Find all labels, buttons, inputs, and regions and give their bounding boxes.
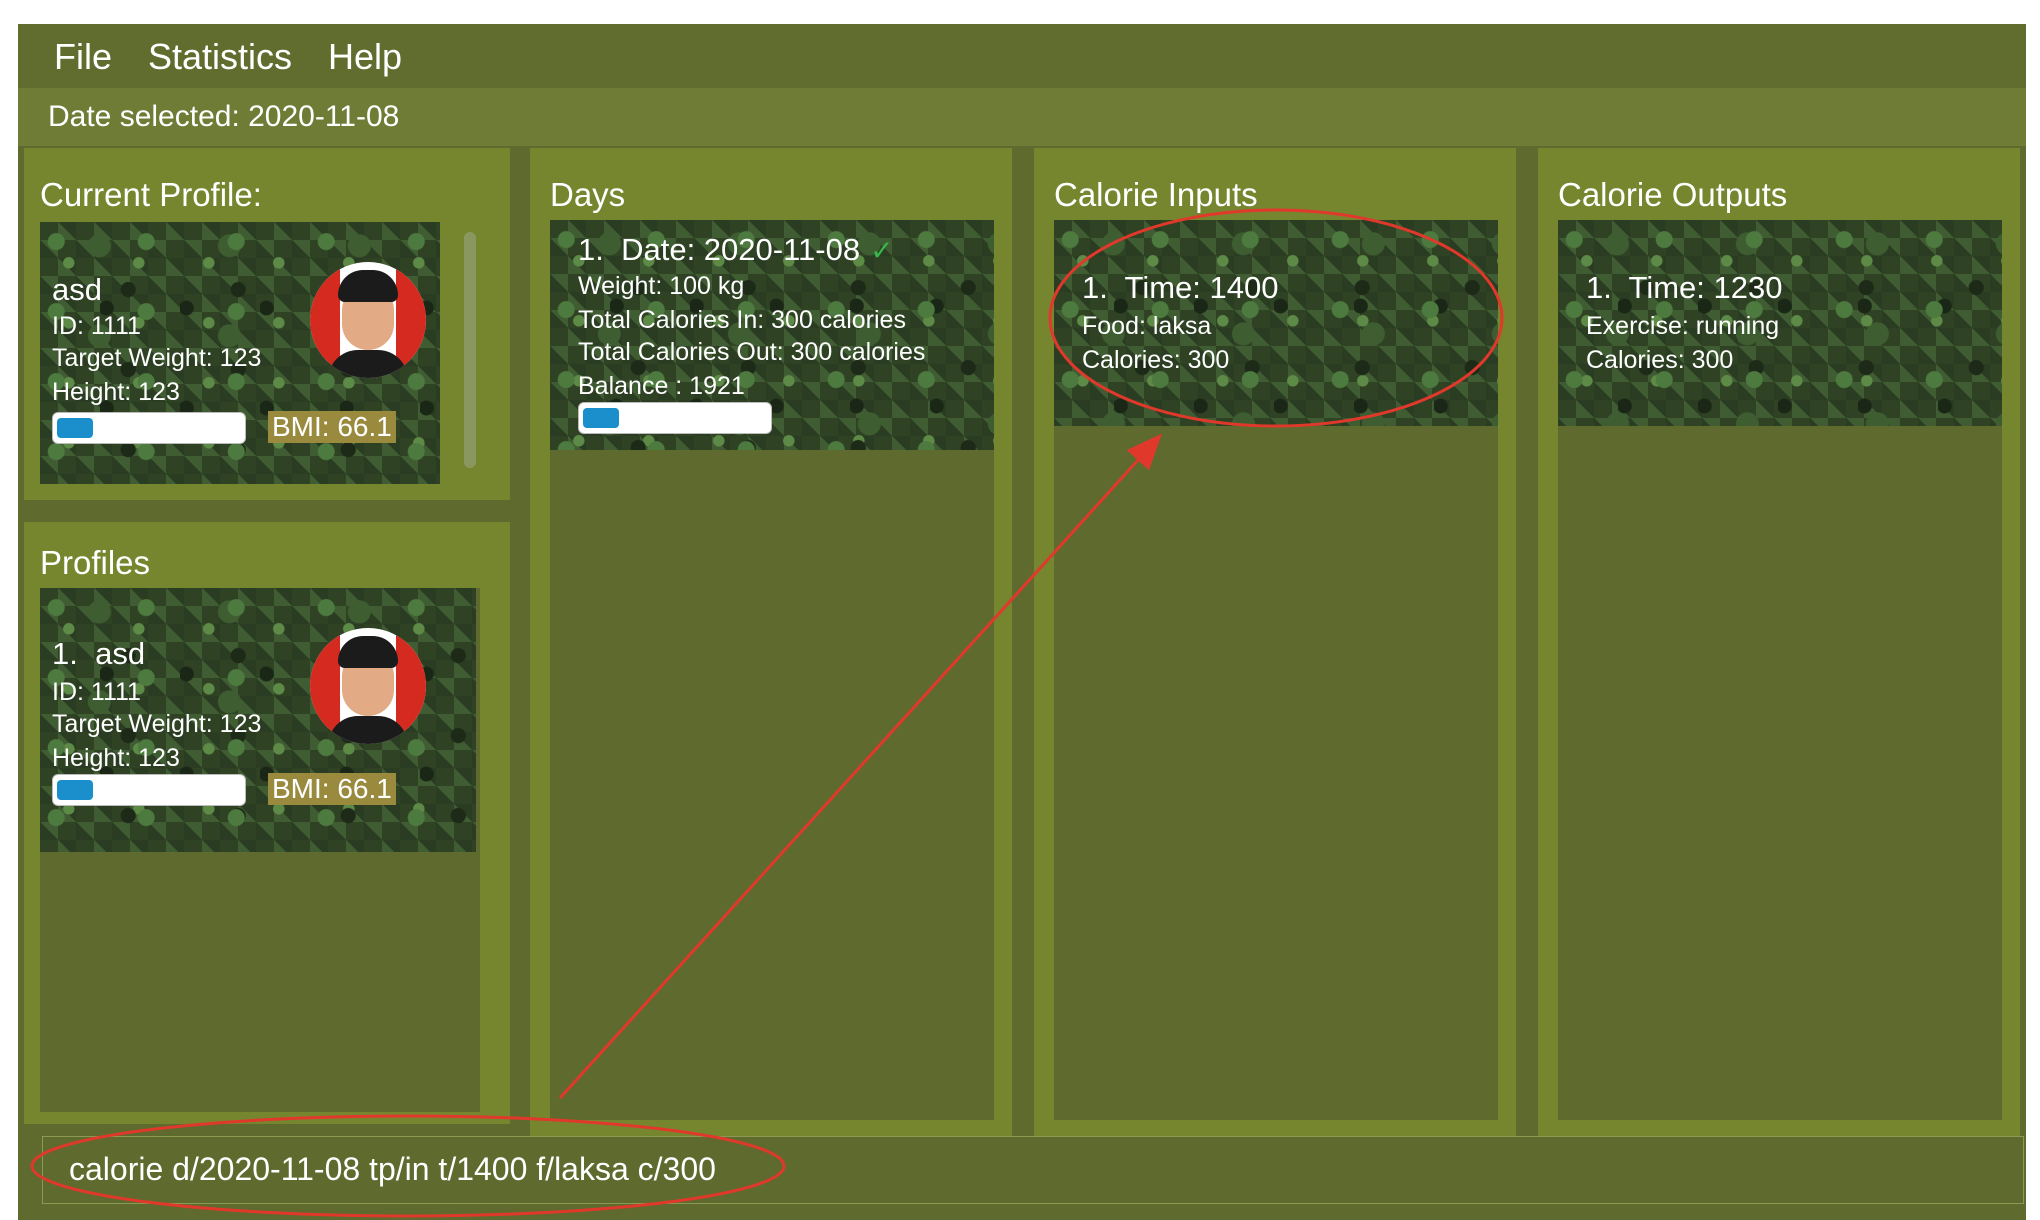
highlight-ellipse-inputs: [1048, 208, 1504, 428]
highlight-ellipse-command: [30, 1114, 786, 1218]
annotation-arrow: [558, 433, 1163, 1100]
annotation-overlay: [30, 208, 1504, 1218]
